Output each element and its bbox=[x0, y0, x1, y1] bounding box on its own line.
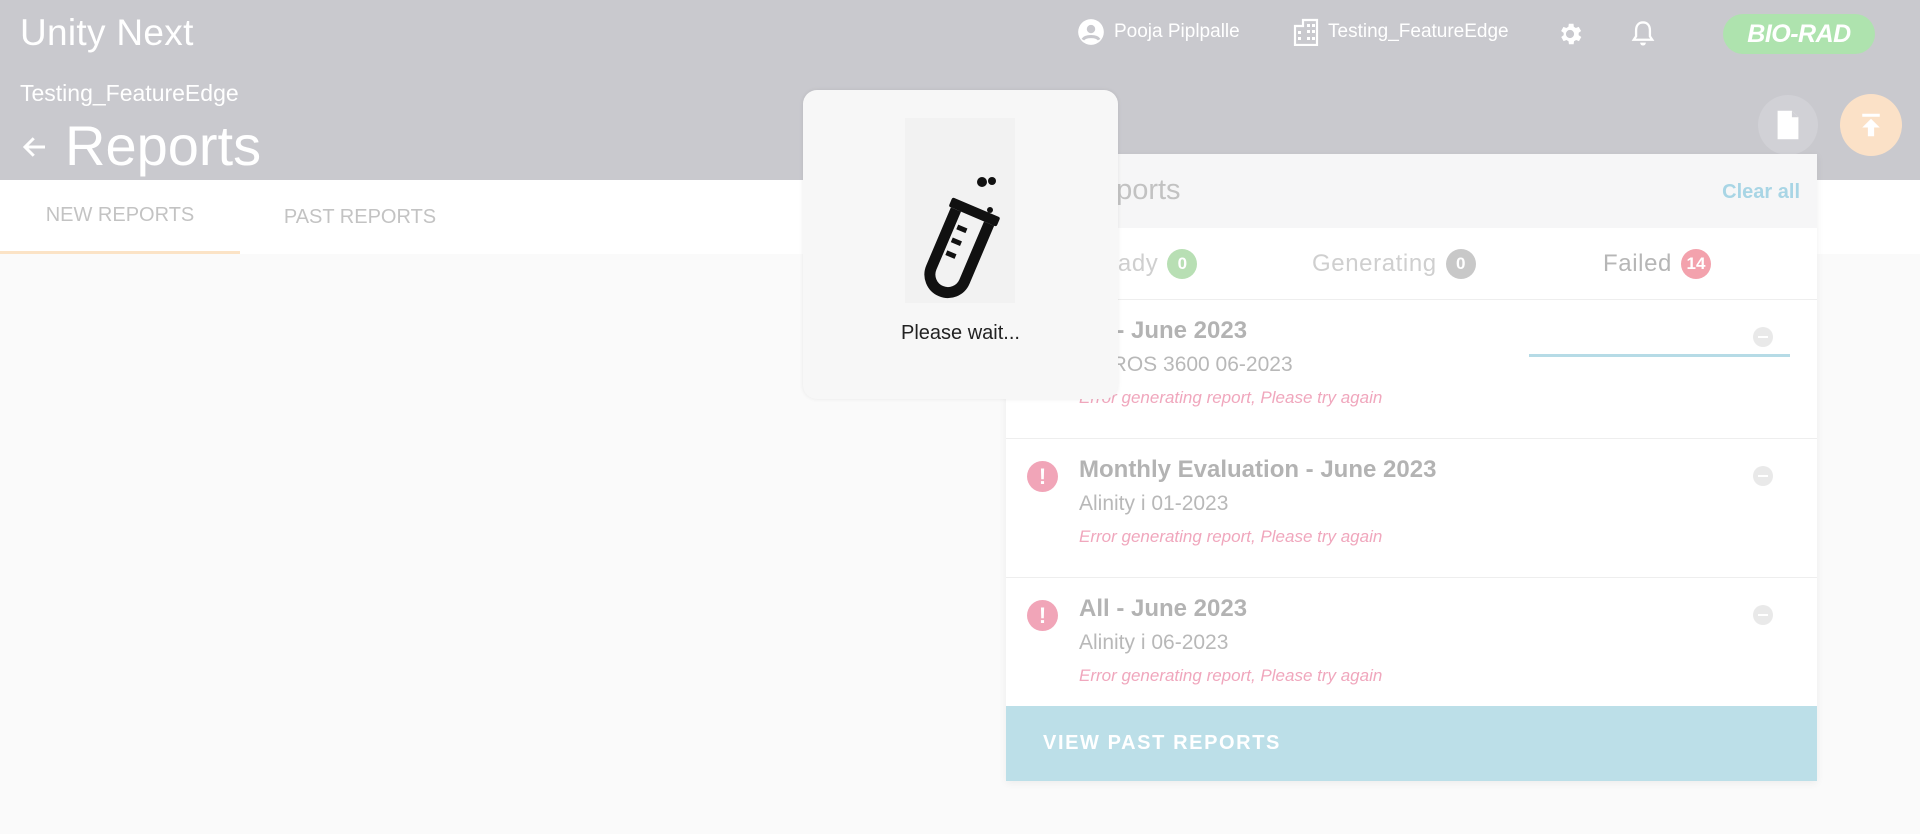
remove-icon[interactable] bbox=[1753, 466, 1773, 486]
loading-dialog: Please wait... bbox=[803, 90, 1118, 399]
error-icon: ! bbox=[1027, 600, 1058, 631]
report-list-item[interactable]: ! All - June 2023 VITROS 3600 06-2023 Er… bbox=[1006, 300, 1817, 439]
tab-generating[interactable]: Generating 0 bbox=[1312, 249, 1476, 279]
ready-count-badge: 0 bbox=[1167, 249, 1198, 279]
page-title: Reports bbox=[65, 114, 262, 177]
view-past-reports-button[interactable]: VIEW PAST REPORTS bbox=[1006, 706, 1817, 781]
report-list-item[interactable]: ! Monthly Evaluation - June 2023 Alinity… bbox=[1006, 439, 1817, 578]
loading-image bbox=[905, 118, 1015, 303]
app-title: Unity Next bbox=[20, 12, 194, 53]
gear-icon[interactable] bbox=[1556, 20, 1584, 53]
tab-failed[interactable]: Failed 14 bbox=[1603, 249, 1711, 279]
tab-past-reports[interactable]: PAST REPORTS bbox=[240, 180, 480, 254]
tab-failed-label: Failed bbox=[1603, 250, 1672, 277]
user-name: Pooja Piplpalle bbox=[1114, 21, 1240, 42]
bell-icon[interactable] bbox=[1629, 19, 1657, 54]
account-circle-icon bbox=[1078, 19, 1104, 45]
remove-icon[interactable] bbox=[1753, 327, 1773, 347]
error-icon: ! bbox=[1027, 461, 1058, 492]
report-name: All - June 2023 bbox=[1079, 595, 1248, 622]
report-list-item[interactable]: ! All - June 2023 Alinity i 06-2023 Erro… bbox=[1006, 578, 1817, 717]
upload-icon bbox=[1862, 113, 1880, 137]
report-error-message: Error generating report, Please try agai… bbox=[1079, 527, 1383, 546]
document-icon bbox=[1777, 110, 1799, 140]
remove-icon[interactable] bbox=[1753, 605, 1773, 625]
report-subtitle: Alinity i 01-2023 bbox=[1079, 492, 1229, 515]
reports-panel: Reports Clear all Ready 0 Generating 0 F… bbox=[1006, 154, 1817, 781]
bio-rad-logo: BIO-RAD bbox=[1723, 14, 1875, 54]
report-subtitle: Alinity i 06-2023 bbox=[1079, 631, 1229, 654]
loading-text: Please wait... bbox=[901, 322, 1020, 344]
report-error-message: Error generating report, Please try agai… bbox=[1079, 666, 1383, 685]
report-error-message: Error generating report, Please try agai… bbox=[1079, 388, 1383, 407]
scroll-top-button[interactable] bbox=[1840, 94, 1902, 156]
panel-header: Reports Clear all bbox=[1006, 154, 1817, 228]
user-menu[interactable]: Pooja Piplpalle bbox=[1077, 18, 1240, 46]
failed-count-badge: 14 bbox=[1680, 249, 1711, 279]
tab-new-reports[interactable]: NEW REPORTS bbox=[0, 180, 240, 254]
report-name: Monthly Evaluation - June 2023 bbox=[1079, 456, 1437, 483]
tab-generating-label: Generating bbox=[1312, 250, 1437, 277]
building-icon bbox=[1293, 18, 1319, 46]
back-arrow-icon[interactable] bbox=[20, 132, 50, 167]
test-tube-icon bbox=[924, 177, 1000, 299]
generating-count-badge: 0 bbox=[1445, 249, 1476, 279]
document-button[interactable] bbox=[1758, 95, 1818, 155]
lab-name: Testing_FeatureEdge bbox=[1328, 21, 1509, 42]
status-tabs: Ready 0 Generating 0 Failed 14 bbox=[1006, 228, 1817, 357]
clear-all-link[interactable]: Clear all bbox=[1722, 181, 1800, 204]
lab-selector[interactable]: Testing_FeatureEdge bbox=[1293, 18, 1509, 46]
lab-subtitle: Testing_FeatureEdge bbox=[20, 80, 239, 106]
